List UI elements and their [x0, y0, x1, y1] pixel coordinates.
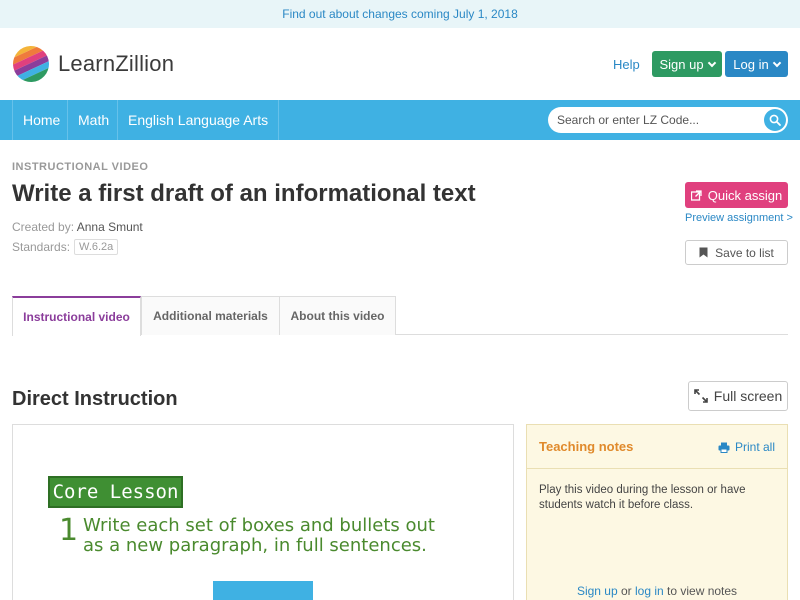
site-header: LearnZillion Help Sign up Log in	[0, 28, 800, 100]
announcement-link[interactable]: Find out about changes coming July 1, 20…	[282, 7, 518, 21]
save-to-list-label: Save to list	[715, 245, 774, 260]
print-all-label: Print all	[734, 440, 775, 454]
standard-tag[interactable]: W.6.2a	[74, 239, 119, 255]
teaching-notes-text: Play this video during the lesson or hav…	[539, 484, 746, 511]
printer-icon	[718, 442, 730, 453]
notes-or-text: or	[617, 584, 635, 598]
search-box	[548, 107, 788, 133]
save-to-list-button[interactable]: Save to list	[685, 240, 788, 265]
expand-icon	[693, 389, 708, 403]
bookmark-icon	[699, 247, 708, 258]
chevron-down-icon	[707, 58, 716, 67]
tab-instructional-video[interactable]: Instructional video	[12, 296, 141, 336]
external-square-icon	[690, 189, 702, 201]
notes-signup-link[interactable]: Sign up	[577, 584, 618, 598]
tab-additional-materials[interactable]: Additional materials	[141, 296, 280, 335]
logo-icon	[12, 45, 50, 83]
chevron-down-icon	[772, 58, 781, 67]
quick-assign-button[interactable]: Quick assign	[685, 182, 788, 208]
preview-assignment-link[interactable]: Preview assignment >	[685, 212, 793, 224]
created-by: Created by: Anna Smunt	[12, 220, 143, 234]
full-screen-button[interactable]: Full screen	[688, 381, 788, 411]
tab-about-this-video[interactable]: About this video	[279, 296, 396, 335]
nav-item-math[interactable]: Math	[67, 100, 119, 140]
brand-logo[interactable]: LearnZillion	[12, 45, 174, 83]
teaching-notes-panel: Teaching notes Print all Play this video…	[526, 424, 788, 600]
created-by-label: Created by:	[12, 220, 75, 234]
notes-signin-prompt: Sign up or log in to view notes	[527, 584, 787, 598]
nav-item-home[interactable]: Home	[12, 100, 70, 140]
standards: Standards: W.6.2a	[12, 239, 119, 255]
page-title: Write a first draft of an informational …	[12, 180, 476, 207]
quick-assign-label: Quick assign	[707, 187, 783, 203]
notes-login-link[interactable]: log in	[635, 584, 664, 598]
teaching-notes-header: Teaching notes Print all	[527, 425, 787, 469]
content-type-label: INSTRUCTIONAL VIDEO	[12, 161, 149, 173]
search-input[interactable]	[548, 107, 763, 133]
login-label: Log in	[733, 56, 769, 72]
full-screen-label: Full screen	[713, 388, 783, 404]
author-name: Anna Smunt	[76, 220, 143, 234]
announcement-bar[interactable]: Find out about changes coming July 1, 20…	[0, 0, 800, 28]
play-button[interactable]	[213, 581, 313, 600]
core-lesson-label: Core Lesson	[48, 476, 183, 508]
section-title: Direct Instruction	[12, 388, 178, 410]
help-link[interactable]: Help	[613, 57, 640, 72]
video-player[interactable]: Core Lesson 1 Write each set of boxes an…	[12, 424, 514, 600]
notes-rest-text: to view notes	[663, 584, 738, 598]
teaching-notes-title: Teaching notes	[539, 439, 634, 454]
search-button[interactable]	[764, 109, 786, 131]
standards-label: Standards:	[12, 240, 71, 254]
search-icon	[769, 114, 781, 126]
main-nav: Home Math English Language Arts	[0, 100, 800, 140]
nav-item-ela[interactable]: English Language Arts	[117, 100, 280, 140]
step-number: 1	[59, 513, 79, 548]
print-all-link[interactable]: Print all	[718, 440, 775, 454]
step-text: Write each set of boxes and bullets out …	[83, 515, 435, 556]
signup-label: Sign up	[659, 56, 704, 72]
brand-name: LearnZillion	[58, 51, 175, 76]
login-button[interactable]: Log in	[725, 51, 788, 77]
signup-button[interactable]: Sign up	[652, 51, 722, 77]
